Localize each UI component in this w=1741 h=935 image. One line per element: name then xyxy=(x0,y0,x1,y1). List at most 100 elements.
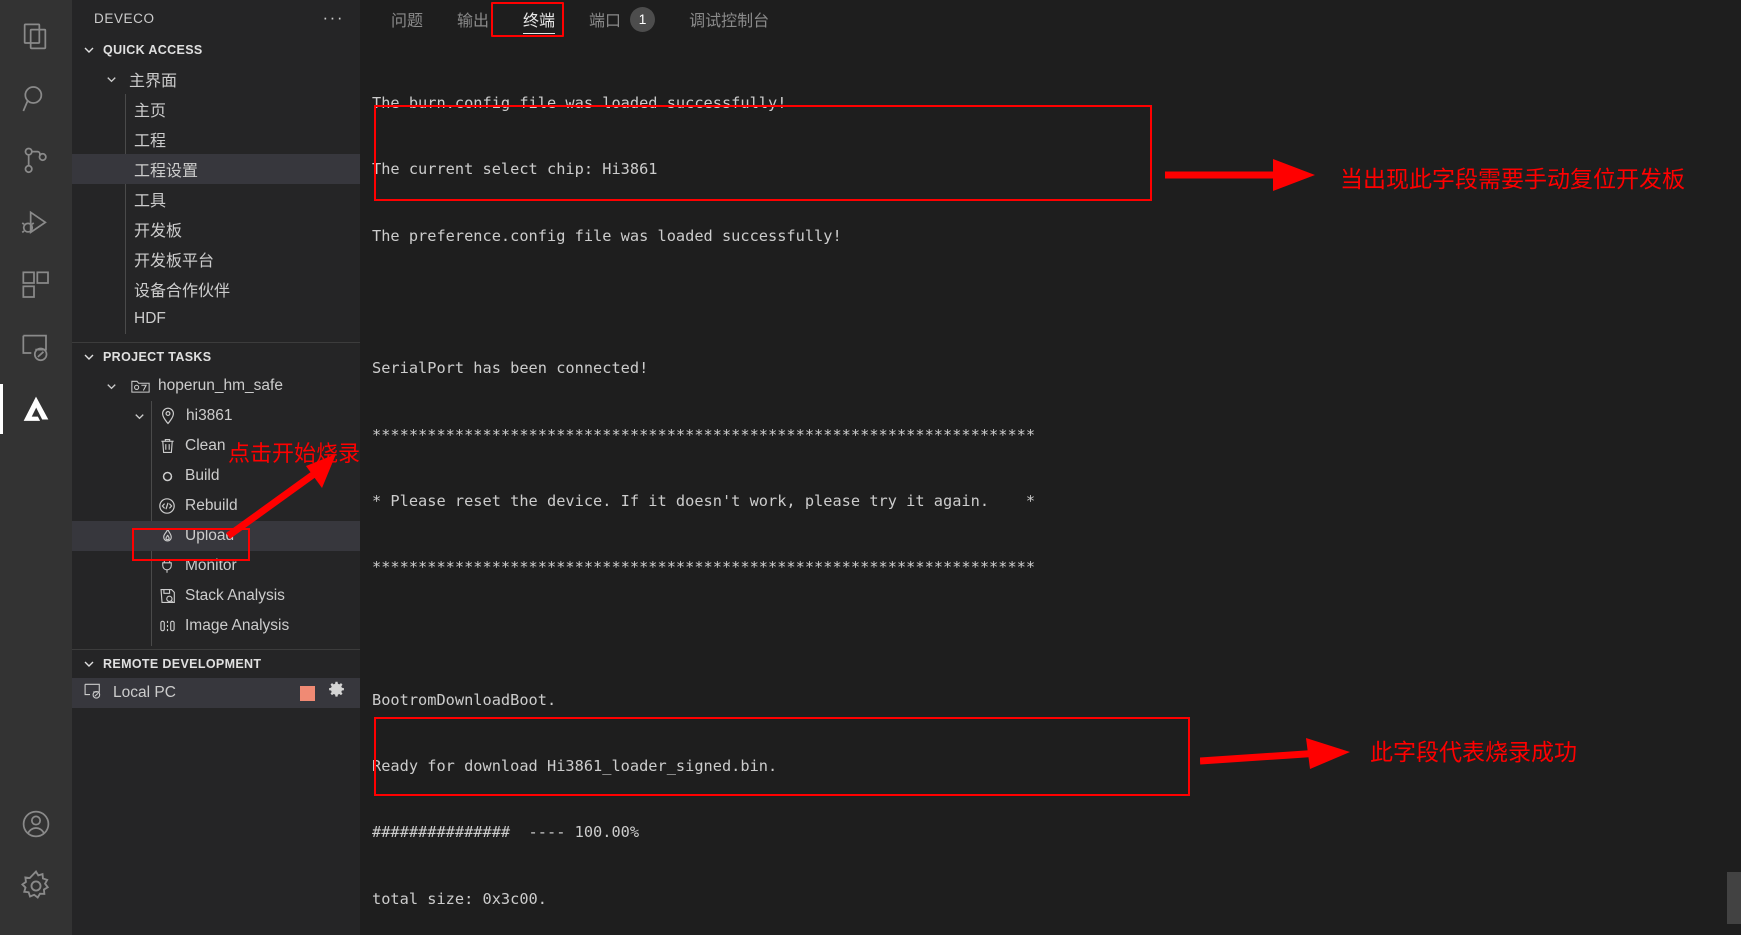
tree-item-label: hoperun_hm_safe xyxy=(158,377,283,394)
tree-item-label: 开发板 xyxy=(134,223,183,240)
section-label-remote-development: REMOTE DEVELOPMENT xyxy=(103,657,262,671)
terminal-line: ****************************************… xyxy=(372,425,1036,444)
terminal-line: SerialPort has been connected! xyxy=(372,359,649,378)
tab-label: 输出 xyxy=(457,13,490,30)
tree-item-device-partners[interactable]: 设备合作伙伴 xyxy=(72,274,360,304)
chevron-down-icon xyxy=(81,656,97,672)
tree-item-dev-board[interactable]: 开发板 xyxy=(72,214,360,244)
sidebar-title-bar: DEVECO ··· xyxy=(72,0,360,36)
terminal-line: The burn.config file was loaded successf… xyxy=(372,94,787,113)
stop-square-icon[interactable] xyxy=(300,685,315,701)
binary-icon xyxy=(156,617,178,635)
upload-note-text: 点击开始烧录 xyxy=(228,442,361,467)
reset-notice-text: 当出现此字段需要手动复位开发板 xyxy=(1340,167,1685,193)
remote-item-label: Local PC xyxy=(113,684,176,701)
tree-item-home[interactable]: 主页 xyxy=(72,94,360,124)
settings-gear-icon[interactable] xyxy=(0,855,72,917)
explorer-icon[interactable] xyxy=(0,6,72,68)
terminal-scrollbar-thumb[interactable] xyxy=(1727,872,1741,924)
tree-item-label: 开发板平台 xyxy=(134,253,215,270)
project-tasks-tree: hoperun_hm_safe hi3861 Clean Build Rebui… xyxy=(72,371,360,646)
chevron-down-icon xyxy=(81,42,97,58)
sidebar-more-actions-icon[interactable]: ··· xyxy=(323,9,344,26)
tree-item-hdf[interactable]: HDF xyxy=(72,304,360,334)
save-search-icon xyxy=(156,587,178,605)
tree-item-project[interactable]: 工程 xyxy=(72,124,360,154)
section-header-remote-development[interactable]: REMOTE DEVELOPMENT xyxy=(72,650,360,678)
trash-icon xyxy=(156,437,178,455)
tab-label: 问题 xyxy=(391,13,424,30)
task-label: Rebuild xyxy=(185,497,238,514)
flame-icon xyxy=(156,527,178,545)
activity-bar xyxy=(0,0,72,935)
tree-item-dev-board-platform[interactable]: 开发板平台 xyxy=(72,244,360,274)
task-label: Clean xyxy=(185,437,226,454)
source-control-icon[interactable] xyxy=(0,130,72,192)
chevron-down-icon xyxy=(100,70,122,88)
terminal-line: ############### ---- 100.00% xyxy=(372,823,640,842)
tab-output[interactable]: 输出 xyxy=(440,0,506,38)
tab-label: 调试控制台 xyxy=(689,13,770,30)
task-label: Image Analysis xyxy=(185,617,290,634)
tree-item-tools[interactable]: 工具 xyxy=(72,184,360,214)
task-item-monitor[interactable]: Monitor xyxy=(72,551,360,581)
task-label: Upload xyxy=(185,527,235,544)
panel-tab-bar: 问题 输出 终端 端口 1 调试控制台 xyxy=(360,0,1741,38)
panel-area: 问题 输出 终端 端口 1 调试控制台 The burn.config file… xyxy=(360,0,1741,935)
tree-item-label: 主界面 xyxy=(129,73,178,90)
section-label-quick-access: QUICK ACCESS xyxy=(103,43,203,57)
tab-problems[interactable]: 问题 xyxy=(374,0,440,38)
task-label: Stack Analysis xyxy=(185,587,285,604)
chevron-down-icon xyxy=(128,407,150,425)
tree-item-label: HDF xyxy=(134,310,166,327)
extensions-icon[interactable] xyxy=(0,254,72,316)
remote-explorer-icon[interactable] xyxy=(0,316,72,378)
deveco-icon[interactable] xyxy=(0,378,72,440)
quick-access-tree: 主界面 主页 工程 工程设置 工具 开发板 开发板平台 设备合作伙伴 HDF xyxy=(72,64,360,338)
app-window: DEVECO ··· QUICK ACCESS 主界面 主页 工程 工程设置 工… xyxy=(0,0,1741,935)
remote-pc-icon xyxy=(84,682,104,705)
folder-target-icon xyxy=(129,377,151,395)
task-item-rebuild[interactable]: Rebuild xyxy=(72,491,360,521)
sidebar-title: DEVECO xyxy=(94,10,155,26)
tree-item-main-ui[interactable]: 主界面 xyxy=(72,64,360,94)
terminal-line: * Please reset the device. If it doesn't… xyxy=(372,491,1036,510)
tree-item-label: 工程设置 xyxy=(134,163,199,180)
search-icon[interactable] xyxy=(0,68,72,130)
tab-label: 终端 xyxy=(523,13,556,30)
tree-item-project-settings[interactable]: 工程设置 xyxy=(72,154,360,184)
tab-debug-console[interactable]: 调试控制台 xyxy=(672,0,786,38)
section-header-quick-access[interactable]: QUICK ACCESS xyxy=(72,36,360,64)
terminal-line: total size: 0x3c00. xyxy=(372,889,547,908)
terminal-line: ****************************************… xyxy=(372,558,1036,577)
chevron-down-icon xyxy=(100,377,122,395)
task-item-image-analysis[interactable]: Image Analysis xyxy=(72,611,360,641)
tree-item-hoperun-hm-safe[interactable]: hoperun_hm_safe xyxy=(72,371,360,401)
terminal-line: BootromDownloadBoot. xyxy=(372,690,557,709)
tab-ports[interactable]: 端口 1 xyxy=(572,0,672,38)
task-label: Build xyxy=(185,467,220,484)
section-header-project-tasks[interactable]: PROJECT TASKS xyxy=(72,343,360,371)
account-icon[interactable] xyxy=(0,793,72,855)
tree-item-label: 工具 xyxy=(134,193,167,210)
remote-item-local-pc[interactable]: Local PC xyxy=(72,678,360,708)
task-item-stack-analysis[interactable]: Stack Analysis xyxy=(72,581,360,611)
terminal-line: The preference.config file was loaded su… xyxy=(372,226,842,245)
tree-item-label: 工程 xyxy=(134,133,167,150)
location-pin-icon xyxy=(157,407,179,425)
run-debug-icon[interactable] xyxy=(0,192,72,254)
tree-item-label: 主页 xyxy=(134,103,167,120)
success-notice-text: 此字段代表烧录成功 xyxy=(1370,740,1577,766)
tab-badge-count: 1 xyxy=(630,6,656,32)
circle-icon xyxy=(156,467,178,485)
tab-terminal[interactable]: 终端 xyxy=(506,0,572,38)
code-circle-icon xyxy=(156,497,178,515)
tree-item-hi3861[interactable]: hi3861 xyxy=(72,401,360,431)
gear-icon[interactable] xyxy=(327,681,346,705)
chevron-down-icon xyxy=(81,349,97,365)
task-item-upload[interactable]: Upload xyxy=(72,521,360,551)
plug-icon xyxy=(156,557,178,575)
tree-item-label: 设备合作伙伴 xyxy=(134,283,231,300)
